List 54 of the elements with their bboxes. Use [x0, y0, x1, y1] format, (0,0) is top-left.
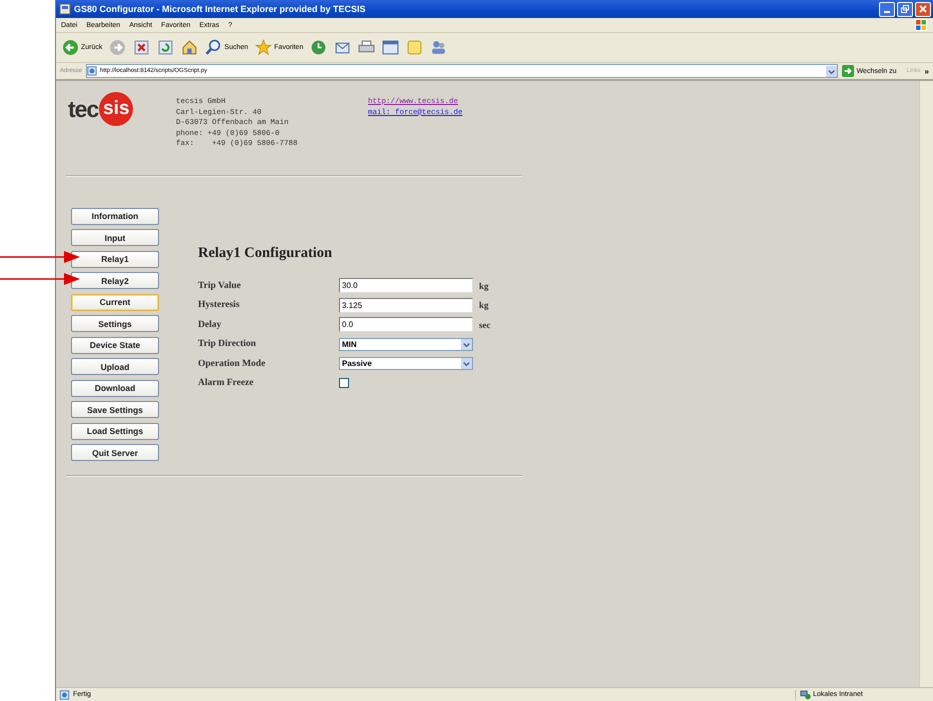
history-icon — [310, 39, 328, 56]
unit-label: kg — [479, 300, 489, 310]
field-label: Trip Value — [198, 280, 242, 291]
page-icon — [59, 690, 70, 700]
edit-icon — [382, 39, 400, 56]
field-label: Operation Mode — [198, 358, 266, 369]
nav-button[interactable]: Current — [71, 294, 159, 310]
input-field[interactable]: 30.0 — [339, 278, 473, 294]
restore-icon — [900, 4, 910, 14]
minimize-icon — [884, 10, 890, 14]
nav-button[interactable]: Quit Server — [71, 444, 159, 461]
restore-button[interactable] — [897, 2, 913, 16]
unit-label: kg — [479, 280, 489, 291]
note-icon — [406, 39, 424, 56]
minimize-button[interactable] — [879, 2, 895, 16]
field-label: Alarm Freeze — [198, 378, 254, 388]
nav-button[interactable]: Settings — [71, 315, 159, 332]
edit-button[interactable] — [380, 38, 402, 57]
section-heading: Relay1 Configuration — [198, 245, 334, 262]
input-field[interactable]: 3.125 — [339, 298, 473, 313]
nav-button[interactable]: Information — [71, 208, 159, 224]
window-icon — [59, 3, 71, 15]
scrollbar[interactable] — [919, 81, 933, 687]
field-label: Delay — [198, 320, 222, 330]
checkbox[interactable] — [339, 378, 349, 388]
nav-button[interactable]: Load Settings — [71, 422, 159, 440]
unit-label: sec — [479, 320, 490, 330]
close-button[interactable] — [915, 2, 931, 16]
nav-button[interactable]: Device State — [71, 336, 159, 354]
nav-button[interactable]: Upload — [71, 358, 159, 375]
home-icon — [181, 39, 198, 56]
field-label: Hysteresis — [198, 300, 241, 310]
windows-logo-icon — [915, 19, 927, 31]
refresh-icon — [157, 39, 174, 56]
nav-button[interactable]: Relay1 — [71, 250, 159, 268]
stop-icon — [133, 39, 150, 56]
nav-button[interactable]: Save Settings — [71, 401, 159, 418]
arrow-icon — [842, 65, 854, 77]
nav-button[interactable]: Input — [71, 229, 159, 246]
people-icon — [430, 39, 448, 56]
field-label: Trip Direction — [198, 339, 257, 350]
company-logo: tec sis — [66, 91, 176, 127]
network-icon — [800, 690, 811, 700]
more-chevron[interactable]: » — [924, 66, 929, 76]
star-icon — [255, 39, 272, 56]
window-title: GS80 Configurator - Microsoft Internet Explorer provided by TECSIS — [74, 4, 366, 14]
page-icon — [87, 66, 98, 76]
select-field[interactable]: MIN — [339, 338, 473, 351]
search-icon — [205, 39, 222, 56]
close-icon — [918, 4, 928, 14]
select-field[interactable]: Passive — [339, 357, 473, 370]
input-field[interactable]: 0.0 — [339, 317, 473, 332]
nav-button[interactable]: Relay2 — [71, 272, 159, 289]
nav-button[interactable]: Download — [71, 380, 159, 396]
